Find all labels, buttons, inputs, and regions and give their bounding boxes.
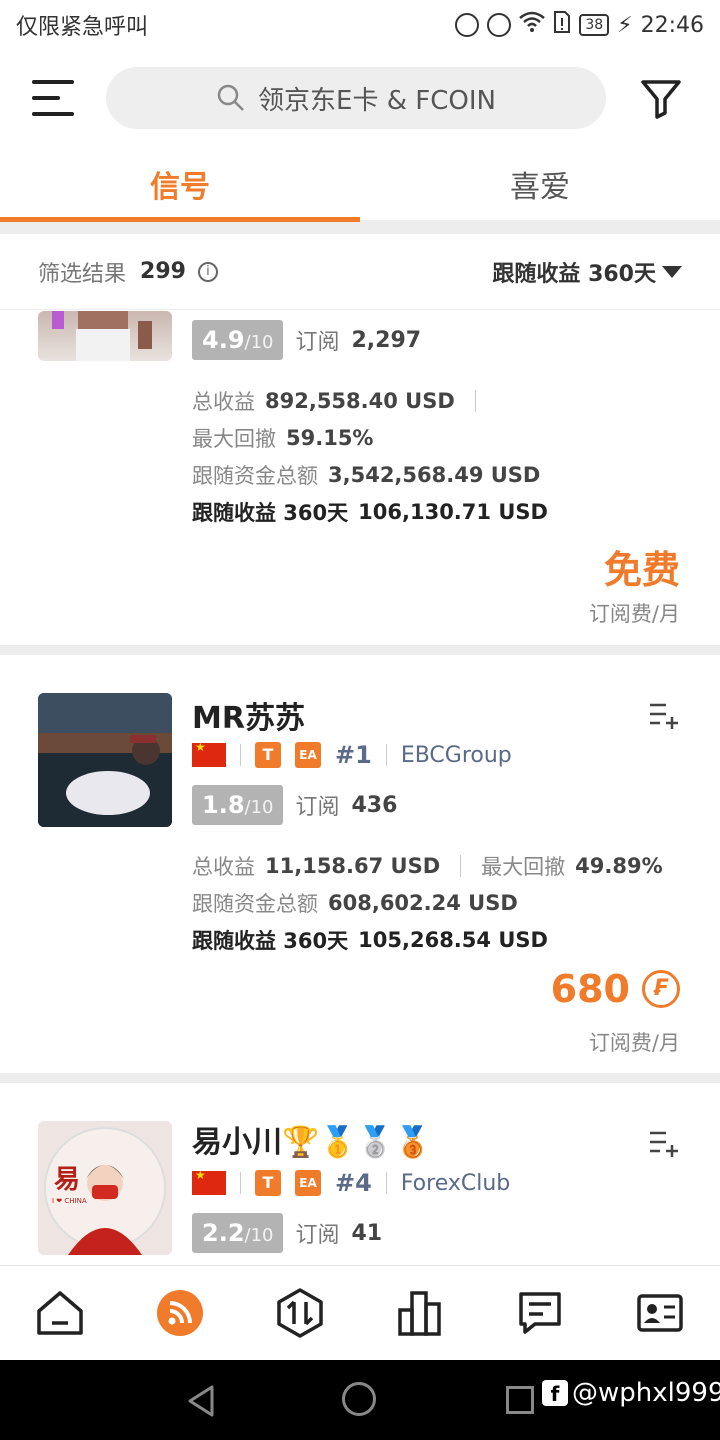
china-flag-icon: [192, 1168, 226, 1195]
signal-card[interactable]: 易 I ❤ CHINA 易小川🏆🥇🥈🥉 T EA #4 ForexClub 2.…: [0, 1083, 720, 1265]
follow-profit-row: 跟随收益 360天 105,268.54 USD: [192, 928, 548, 953]
filter-bar: 筛选结果 299 i 跟随收益 360天: [0, 234, 720, 310]
messages-icon[interactable]: [510, 1283, 570, 1343]
divider: [0, 222, 720, 234]
status-bar: 仅限紧急呼叫 38 ⚡ 22:46: [0, 0, 720, 50]
score-row: 1.8/10 订阅 436: [192, 785, 397, 825]
total-profit-row: 总收益 892,558.40 USD: [192, 386, 476, 416]
recent-apps-icon[interactable]: [506, 1386, 534, 1414]
subscribers-label: 订阅: [295, 330, 340, 355]
status-time: 22:46: [640, 12, 704, 38]
back-icon[interactable]: [186, 1384, 216, 1418]
avatar: 易 I ❤ CHINA: [38, 1121, 172, 1255]
trade-icon[interactable]: [270, 1283, 330, 1343]
watermark: f @wphxl999: [542, 1378, 720, 1408]
add-to-list-icon[interactable]: [648, 1129, 680, 1157]
tab-bar: 信号 喜爱: [0, 148, 720, 222]
follow-funds-row: 跟随资金总额 608,602.24 USD: [192, 891, 518, 916]
subscribers-count: 2,297: [351, 327, 422, 353]
avatar: [38, 311, 172, 361]
system-nav-bar: f @wphxl999: [0, 1360, 720, 1440]
signal-name[interactable]: 易小川🏆🥇🥈🥉: [192, 1117, 431, 1161]
trader-tag: T: [255, 742, 281, 768]
sim-alert-icon: [553, 10, 571, 40]
divider: [0, 645, 720, 655]
filter-result-count: 299: [140, 259, 186, 284]
search-icon: [217, 84, 244, 111]
filter-icon[interactable]: [640, 77, 682, 119]
rank: #4: [335, 1169, 372, 1197]
charging-icon: ⚡: [617, 12, 633, 38]
avatar-caption: I ❤ CHINA: [52, 1197, 87, 1205]
price-unit: 订阅费/月: [588, 602, 680, 626]
wifi-icon: [519, 11, 546, 39]
caret-down-icon: [662, 265, 682, 278]
score-row: 2.2/10 订阅 41: [192, 1213, 382, 1253]
divider: [0, 1073, 720, 1083]
home-button-icon[interactable]: [342, 1382, 376, 1416]
filter-result-label: 筛选结果: [38, 261, 127, 287]
bottom-nav: [0, 1265, 720, 1360]
signal-name[interactable]: MR苏苏: [192, 693, 305, 737]
rating-badge: 1.8/10: [192, 785, 284, 825]
ea-tag: EA: [295, 1170, 321, 1196]
battery-icon: 38: [579, 14, 610, 36]
subscribers-label: 订阅: [295, 1223, 340, 1248]
data-off-icon: [455, 13, 480, 37]
rank: #1: [335, 741, 372, 769]
trader-tag: T: [255, 1170, 281, 1196]
signal-tags: T EA #1 EBCGroup: [192, 740, 512, 770]
tab-signals[interactable]: 信号: [0, 148, 360, 222]
broker-name: ForexClub: [400, 1170, 511, 1196]
subscription-price: 免费: [603, 548, 680, 592]
fcoin-icon: ₣: [642, 970, 680, 1008]
max-drawdown-row: 最大回撤 59.15%: [192, 426, 374, 451]
rating-badge: 4.9/10: [192, 320, 284, 360]
status-emergency-text: 仅限紧急呼叫: [16, 15, 149, 40]
signal-card[interactable]: 4.9/10 订阅 2,297 总收益 892,558.40 USD 最大回撤 59…: [0, 311, 720, 645]
watermark-text: @wphxl999: [572, 1378, 720, 1408]
signals-feed-icon[interactable]: [150, 1283, 210, 1343]
broker-name: EBCGroup: [400, 742, 512, 768]
follow-funds-row: 跟随资金总额 3,542,568.49 USD: [192, 463, 541, 488]
chart-icon[interactable]: [390, 1283, 450, 1343]
price-unit: 订阅费/月: [588, 1031, 680, 1055]
ea-tag: EA: [295, 742, 321, 768]
subscribers-label: 订阅: [295, 795, 340, 820]
facebook-icon: f: [542, 1380, 568, 1406]
sort-dropdown[interactable]: 跟随收益 360天: [492, 256, 682, 288]
sort-label: 跟随收益 360天: [492, 261, 656, 287]
alarm-icon: [487, 13, 512, 37]
menu-icon[interactable]: [32, 80, 74, 116]
info-icon[interactable]: i: [197, 261, 218, 282]
china-flag-icon: [192, 740, 226, 767]
signal-card[interactable]: MR苏苏 T EA #1 EBCGroup 1.8/10 订阅 436 总收益1…: [0, 655, 720, 1073]
follow-profit-row: 跟随收益 360天 106,130.71 USD: [192, 500, 548, 525]
header: 领京东E卡 & FCOIN: [0, 60, 720, 136]
search-placeholder: 领京东E卡 & FCOIN: [258, 85, 496, 116]
total-profit-row: 总收益 11,158.67 USD 最大回撤 49.89%: [192, 854, 663, 879]
avatar-character: 易: [54, 1165, 81, 1195]
subscription-price: 680 ₣: [551, 967, 680, 1011]
score-row: 4.9/10 订阅 2,297: [192, 320, 421, 360]
rating-badge: 2.2/10: [192, 1213, 284, 1253]
profile-card-icon[interactable]: [630, 1283, 690, 1343]
tab-favorites[interactable]: 喜爱: [360, 148, 720, 220]
add-to-list-icon[interactable]: [648, 701, 680, 729]
subscribers-count: 436: [351, 792, 398, 818]
home-icon[interactable]: [30, 1283, 90, 1343]
search-input[interactable]: 领京东E卡 & FCOIN: [106, 67, 606, 129]
subscribers-count: 41: [351, 1220, 383, 1246]
signal-tags: T EA #4 ForexClub: [192, 1168, 510, 1198]
avatar: [38, 693, 172, 827]
